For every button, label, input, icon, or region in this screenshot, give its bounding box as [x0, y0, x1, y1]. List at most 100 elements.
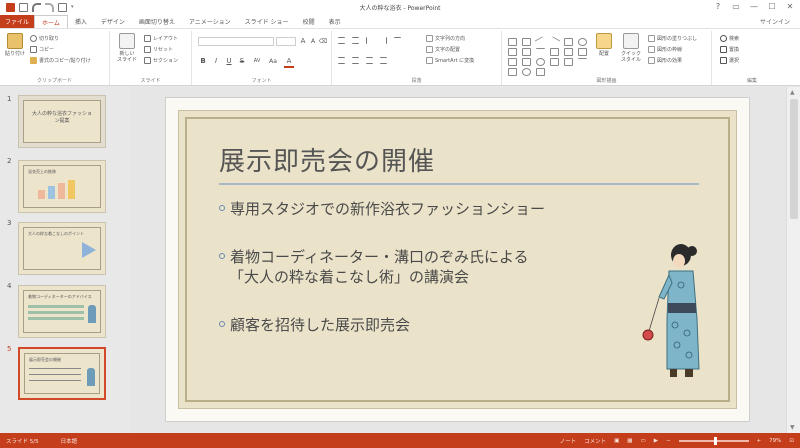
tab-design[interactable]: デザイン: [94, 15, 132, 28]
slide-thumbnail[interactable]: 大人の粋な浴衣ファッション提案: [18, 95, 106, 148]
bullet-item[interactable]: 専用スタジオでの新作浴衣ファッションショー: [219, 199, 545, 219]
tab-file[interactable]: ファイル: [0, 15, 34, 28]
shape-arrow-icon[interactable]: [564, 48, 574, 56]
shape-rect-icon[interactable]: [564, 58, 574, 66]
bullet-item[interactable]: 着物コーディネーター・溝口のぞみ氏による: [219, 247, 529, 267]
maximize-button[interactable]: ☐: [766, 1, 778, 13]
line-spacing-icon[interactable]: [394, 37, 401, 44]
font-name-input[interactable]: [198, 37, 274, 46]
zoom-level[interactable]: 79%: [769, 438, 781, 444]
tab-view[interactable]: 表示: [322, 15, 348, 28]
layout-button[interactable]: レイアウト: [144, 35, 178, 42]
scroll-down-icon[interactable]: ▼: [790, 424, 795, 431]
help-button[interactable]: ?: [712, 1, 724, 13]
find-button[interactable]: 検索: [720, 35, 739, 42]
shapes-gallery[interactable]: [508, 36, 588, 76]
signin-link[interactable]: サインイン: [760, 15, 800, 28]
align-text-button[interactable]: 文字の配置: [426, 46, 460, 53]
tab-home[interactable]: ホーム: [34, 15, 68, 28]
bullet-text-continued[interactable]: 「大人の粋な着こなし術」の講演会: [229, 267, 469, 287]
slide-thumbnail-pane[interactable]: 1 大人の粋な浴衣ファッション提案 2 浴衣売上の推移 3 大人の粋な着こなしの…: [0, 87, 130, 433]
zoom-out-icon[interactable]: −: [666, 438, 671, 444]
vertical-scrollbar[interactable]: ▲ ▼: [786, 87, 800, 433]
fit-slide-icon[interactable]: ⊡: [789, 438, 794, 444]
italic-button[interactable]: I: [211, 57, 221, 66]
align-left-icon[interactable]: [338, 57, 345, 64]
shape-star-icon[interactable]: [522, 58, 532, 66]
slide-thumbnail[interactable]: 浴衣売上の推移: [18, 160, 106, 213]
shape-rect-icon[interactable]: [564, 38, 574, 46]
strikethrough-button[interactable]: S: [237, 57, 247, 66]
new-slide-button[interactable]: 新しい スライド: [114, 33, 140, 63]
format-painter-button[interactable]: 書式のコピー/貼り付け: [30, 57, 91, 64]
slide-thumbnail[interactable]: 着物コーディネーターのアドバイス: [18, 285, 106, 338]
scroll-thumb[interactable]: [790, 99, 798, 219]
shape-rect-icon[interactable]: [522, 38, 532, 46]
section-button[interactable]: セクション: [144, 57, 178, 64]
shape-rect-icon[interactable]: [508, 68, 517, 76]
shape-oval-icon[interactable]: [522, 68, 532, 76]
arrange-button[interactable]: 配置: [592, 33, 616, 57]
zoom-slider[interactable]: [678, 436, 749, 445]
shape-effects-button[interactable]: 図形の効果: [648, 57, 682, 64]
close-button[interactable]: ✕: [784, 1, 796, 13]
shape-line-icon[interactable]: [536, 48, 546, 56]
character-spacing-button[interactable]: AV: [252, 57, 262, 66]
decrease-indent-icon[interactable]: [366, 37, 373, 44]
ribbon-display-options-button[interactable]: ▭: [730, 1, 742, 13]
shape-oval-icon[interactable]: [578, 38, 588, 46]
increase-indent-icon[interactable]: [380, 37, 387, 44]
yukata-figure-illustration[interactable]: [637, 241, 719, 383]
bullets-icon[interactable]: [338, 37, 345, 44]
align-center-icon[interactable]: [352, 57, 359, 64]
tab-review[interactable]: 校閲: [296, 15, 322, 28]
shape-outline-button[interactable]: 図形の枠線: [648, 46, 682, 53]
shape-line-icon[interactable]: [534, 36, 547, 48]
tab-insert[interactable]: 挿入: [68, 15, 94, 28]
zoom-in-icon[interactable]: +: [757, 438, 762, 444]
minimize-button[interactable]: —: [748, 1, 760, 13]
shape-rect-icon[interactable]: [550, 48, 560, 56]
underline-button[interactable]: U: [224, 57, 234, 66]
bullet-item[interactable]: 顧客を招待した展示即売会: [219, 315, 410, 335]
notes-button[interactable]: ノート: [560, 437, 577, 445]
text-direction-button[interactable]: 文字列の方向: [426, 35, 465, 42]
shape-rect-icon[interactable]: [508, 48, 517, 56]
tab-transitions[interactable]: 画面切り替え: [132, 15, 182, 28]
quick-styles-button[interactable]: クイック スタイル: [618, 33, 644, 63]
shape-line-icon[interactable]: [548, 36, 561, 48]
reset-button[interactable]: リセット: [144, 46, 173, 53]
slideshow-icon[interactable]: ▶: [654, 438, 658, 444]
normal-view-icon[interactable]: ▣: [614, 438, 619, 444]
font-size-input[interactable]: [276, 37, 296, 46]
paste-button[interactable]: 貼り付け: [4, 33, 26, 57]
smartart-button[interactable]: SmartArt に変換: [426, 57, 474, 64]
shrink-font-icon[interactable]: A: [308, 37, 318, 46]
replace-button[interactable]: 置換: [720, 46, 739, 53]
shape-rect-icon[interactable]: [508, 58, 517, 66]
zoom-slider-knob[interactable]: [713, 436, 717, 445]
slide-canvas[interactable]: 展示即売会の開催 専用スタジオでの新作浴衣ファッションショー 着物コーディネータ…: [165, 97, 750, 422]
justify-icon[interactable]: [380, 57, 387, 64]
numbering-icon[interactable]: [352, 37, 359, 44]
shape-line-icon[interactable]: [578, 58, 588, 66]
clear-format-icon[interactable]: ⌫: [318, 37, 328, 46]
language-indicator[interactable]: 日本語: [61, 437, 78, 445]
copy-button[interactable]: コピー: [30, 46, 54, 53]
shape-oval-icon[interactable]: [536, 58, 546, 66]
change-case-button[interactable]: Aa: [268, 57, 278, 66]
shape-rect-icon[interactable]: [550, 58, 560, 66]
slide-thumbnail-selected[interactable]: 展示即売会の開催: [18, 347, 106, 400]
reading-view-icon[interactable]: ▭: [641, 438, 646, 444]
grow-font-icon[interactable]: A: [298, 37, 308, 46]
select-button[interactable]: 選択: [720, 57, 739, 64]
comments-button[interactable]: コメント: [584, 437, 606, 445]
font-color-button[interactable]: A: [284, 57, 294, 68]
slide-sorter-icon[interactable]: ▦: [627, 438, 632, 444]
align-right-icon[interactable]: [366, 57, 373, 64]
shape-triangle-icon[interactable]: [522, 48, 532, 56]
shape-arrow-icon[interactable]: [578, 48, 588, 56]
scroll-up-icon[interactable]: ▲: [790, 89, 795, 96]
tab-slide-show[interactable]: スライド ショー: [238, 15, 296, 28]
shape-fill-button[interactable]: 図形の塗りつぶし: [648, 35, 697, 42]
